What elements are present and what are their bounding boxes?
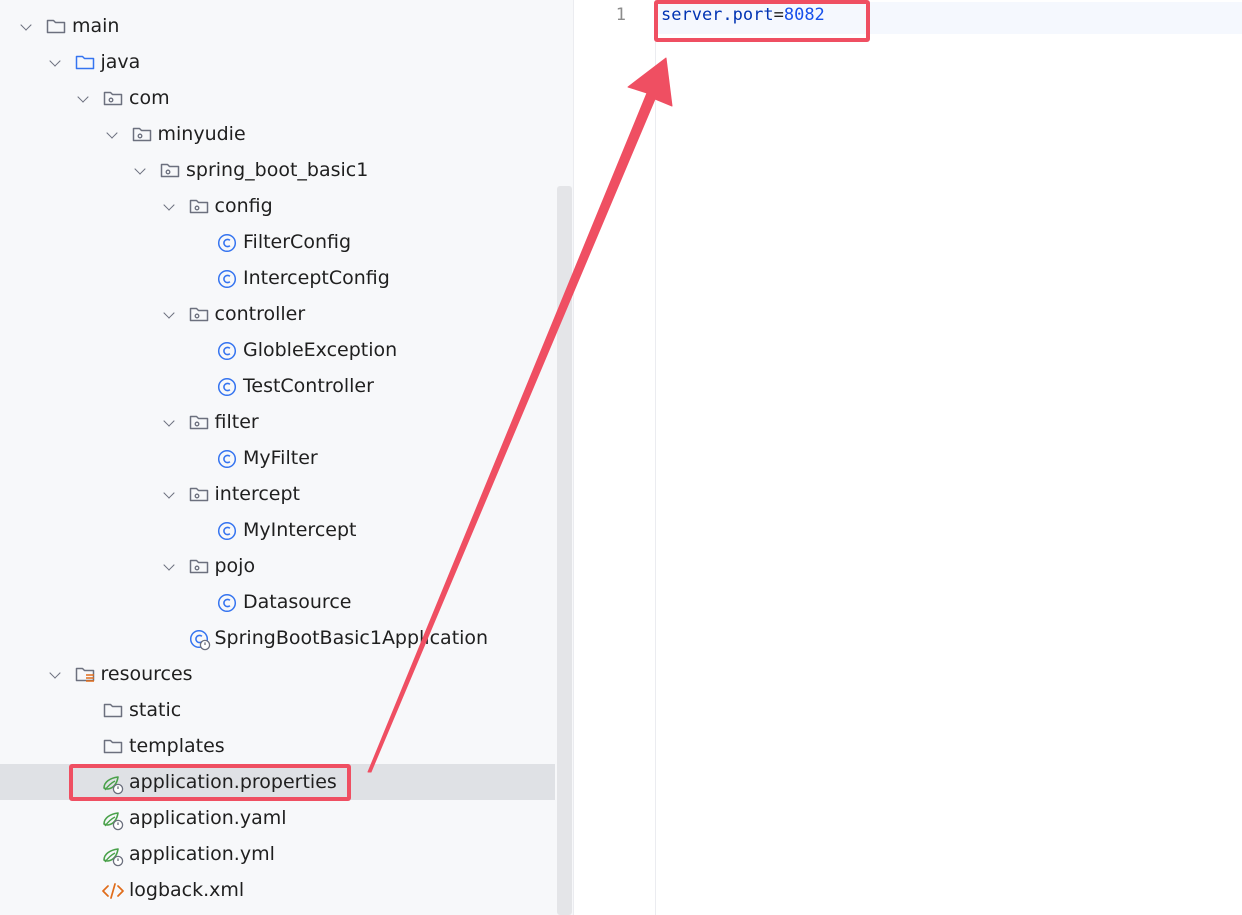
package-icon [189, 305, 209, 323]
package-icon [160, 161, 180, 179]
chevron-down-icon[interactable] [48, 55, 61, 67]
tree-item-controller[interactable]: controller [0, 296, 555, 332]
java-class-icon [217, 377, 237, 397]
line-number: 1 [615, 5, 626, 25]
tree-item-minyudie[interactable]: minyudie [0, 116, 555, 152]
tree-item-interceptconfig[interactable]: InterceptConfig [0, 260, 555, 296]
code-highlight-box [654, 0, 870, 42]
tree-item-application-yml[interactable]: application.yml [0, 836, 555, 872]
tree-item-label: minyudie [157, 123, 246, 145]
package-icon [189, 485, 209, 503]
tree-item-label: intercept [214, 483, 301, 505]
tree-item-label: InterceptConfig [243, 267, 390, 289]
package-icon [189, 413, 209, 431]
tree-item-globleexception[interactable]: GlobleException [0, 332, 555, 368]
java-class-icon [217, 341, 237, 361]
spring-config-icon [101, 809, 124, 831]
chevron-down-icon[interactable] [162, 307, 175, 319]
tree-item-label: application.yaml [129, 807, 287, 829]
tree-item-label: MyIntercept [243, 519, 357, 541]
tree-item-label: config [214, 195, 273, 217]
tree-item-label: pojo [214, 555, 256, 577]
tree-item-testcontroller[interactable]: TestController [0, 368, 555, 404]
line-gutter: 1 [574, 0, 656, 915]
tree-item-label: SpringBootBasic1Application [214, 627, 489, 649]
tree-item-label: com [129, 87, 170, 109]
editor-panel[interactable]: 1 server.port=8082 [573, 0, 1242, 915]
tree-item-label: GlobleException [243, 339, 398, 361]
tree-item-static[interactable]: static [0, 692, 555, 728]
tree-item-label: Datasource [243, 591, 352, 613]
tree-item-label: MyFilter [243, 447, 318, 469]
source-folder-icon [75, 53, 95, 71]
tree-item-label: resources [100, 663, 193, 685]
tree-item-java[interactable]: java [0, 44, 555, 80]
tree-item-myintercept[interactable]: MyIntercept [0, 512, 555, 548]
tree-item-label: main [72, 15, 120, 37]
tree-item-label: controller [214, 303, 306, 325]
tree-item-label: templates [129, 735, 225, 757]
package-icon [103, 89, 123, 107]
tree-item-datasource[interactable]: Datasource [0, 584, 555, 620]
tree-item-label: filter [214, 411, 259, 433]
chevron-down-icon[interactable] [48, 667, 61, 679]
java-class-icon [217, 593, 237, 613]
java-class-icon [217, 521, 237, 541]
package-icon [132, 125, 152, 143]
tree-item-filter[interactable]: filter [0, 404, 555, 440]
tree-item-springbootbasic1application[interactable]: SpringBootBasic1Application [0, 620, 555, 656]
chevron-down-icon[interactable] [162, 415, 175, 427]
tree-item-label: spring_boot_basic1 [186, 159, 369, 181]
java-class-icon [217, 269, 237, 289]
file-highlight-box [69, 764, 351, 801]
chevron-down-icon[interactable] [20, 19, 32, 31]
tree-item-spring-boot-basic1[interactable]: spring_boot_basic1 [0, 152, 555, 188]
folder-icon [46, 17, 66, 35]
tree-item-intercept[interactable]: intercept [0, 476, 555, 512]
tree-item-com[interactable]: com [0, 80, 555, 116]
chevron-down-icon[interactable] [162, 487, 175, 499]
folder-icon [103, 701, 123, 719]
chevron-down-icon[interactable] [162, 199, 175, 211]
tree-item-label: logback.xml [129, 879, 245, 901]
tree-item-filterconfig[interactable]: FilterConfig [0, 224, 555, 260]
package-icon [189, 197, 209, 215]
java-class-icon [217, 449, 237, 469]
tree-item-config[interactable]: config [0, 188, 555, 224]
spring-boot-class-icon [189, 629, 210, 651]
chevron-down-icon[interactable] [162, 559, 175, 571]
tree-item-application-yaml[interactable]: application.yaml [0, 800, 555, 836]
spring-config-icon [101, 845, 124, 867]
chevron-down-icon[interactable] [134, 163, 146, 175]
chevron-down-icon[interactable] [105, 127, 118, 139]
tree-item-pojo[interactable]: pojo [0, 548, 555, 584]
resources-folder-icon [75, 665, 95, 683]
tree-item-label: FilterConfig [243, 231, 352, 253]
tree-item-logback-xml[interactable]: logback.xml [0, 872, 555, 908]
java-class-icon [217, 233, 237, 253]
chevron-down-icon[interactable] [77, 91, 89, 103]
xml-file-icon [101, 881, 124, 899]
tree-item-main[interactable]: main [0, 8, 555, 44]
tree-item-label: TestController [243, 375, 374, 397]
tree-item-label: static [129, 699, 182, 721]
tree-item-resources[interactable]: resources [0, 656, 555, 692]
tree-item-label: java [100, 51, 141, 73]
tree-item-label: application.yml [129, 843, 275, 865]
tree-item-myfilter[interactable]: MyFilter [0, 440, 555, 476]
folder-icon [103, 737, 123, 755]
tree-item-templates[interactable]: templates [0, 728, 555, 764]
package-icon [189, 557, 209, 575]
tree-scrollbar[interactable] [557, 186, 572, 915]
